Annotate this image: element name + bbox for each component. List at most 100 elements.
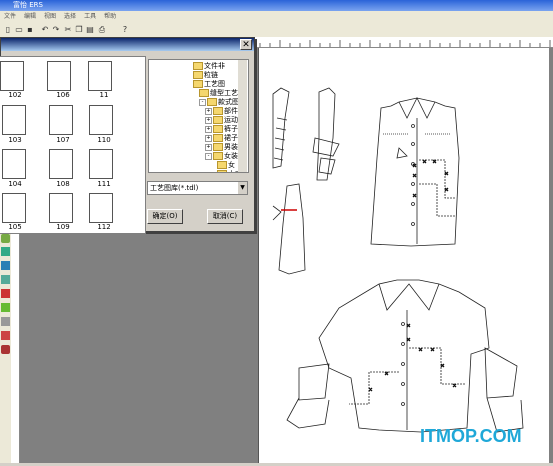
thumbnail-label: 11: [99, 91, 109, 99]
title-bar: 富怡 ERS: [0, 0, 553, 11]
print-icon[interactable]: ⎙: [97, 25, 107, 35]
thumbnail-108[interactable]: [49, 149, 73, 179]
thumbnail-104[interactable]: [2, 149, 26, 179]
paste-icon[interactable]: ▤: [85, 25, 95, 35]
file-type-value: 工艺图库(*.tdl): [150, 184, 199, 192]
thumbnail-110[interactable]: [89, 105, 113, 135]
thumbnail-label: 102: [8, 91, 22, 99]
help-icon[interactable]: ?: [120, 25, 130, 35]
thumbnail-107[interactable]: [49, 105, 73, 135]
folder-icon: [213, 143, 223, 151]
redo-icon[interactable]: ↷: [51, 25, 61, 35]
app-title: 富怡 ERS: [13, 1, 43, 9]
watermark: ITMOP.COM: [420, 426, 522, 446]
thumbnail-label: 108: [56, 180, 70, 188]
left-ruler: [11, 220, 20, 463]
expand-icon[interactable]: +: [205, 143, 212, 151]
chevron-down-icon[interactable]: ▼: [238, 182, 247, 194]
cut-icon[interactable]: ✂: [63, 25, 73, 35]
expand-icon[interactable]: +: [205, 134, 212, 142]
thumbnail-111[interactable]: [89, 149, 113, 179]
tree-node[interactable]: + 裤子: [205, 125, 238, 134]
fill-tool-icon[interactable]: [1, 303, 10, 312]
tree-node[interactable]: - 款式图: [199, 98, 239, 107]
open-icon[interactable]: ▭: [14, 25, 24, 35]
menu-tools[interactable]: 工具: [84, 11, 96, 23]
pen-tool-icon[interactable]: [1, 247, 10, 256]
tree-node[interactable]: + 裙子: [205, 134, 238, 143]
folder-icon: [217, 161, 227, 169]
new-icon[interactable]: ▯: [3, 25, 13, 35]
folder-tree: 文件非 粒链 工艺图 缝型工艺 - 款式图 + 部件 + 运动装 + 裤子 + 裙子 + 男…: [148, 59, 249, 173]
cancel-button[interactable]: 取消(C): [207, 209, 243, 224]
folder-icon: [207, 98, 217, 106]
expand-icon[interactable]: +: [205, 116, 212, 124]
style-library-dialog: ✕ 102 106 11 103 107 110 104 108 111 105…: [0, 37, 255, 234]
tree-scrollbar[interactable]: [238, 60, 247, 172]
menu-edit[interactable]: 编辑: [24, 11, 36, 23]
thumbnail-105[interactable]: [2, 193, 26, 223]
thumbnail-106[interactable]: [47, 61, 71, 91]
menu-help[interactable]: 帮助: [104, 11, 116, 23]
save-icon[interactable]: ▪: [25, 25, 35, 35]
thumbnail-103[interactable]: [2, 105, 26, 135]
text-tool-icon[interactable]: [1, 345, 10, 354]
folder-icon: [213, 107, 223, 115]
undo-icon[interactable]: ↶: [40, 25, 50, 35]
tree-node[interactable]: + 男装: [205, 143, 238, 152]
tree-node[interactable]: 工艺图: [193, 80, 225, 89]
thumbnail-102[interactable]: [0, 61, 24, 91]
thumbnail-109[interactable]: [49, 193, 73, 223]
copy-icon[interactable]: ❐: [74, 25, 84, 35]
shape-tool-icon[interactable]: [1, 289, 10, 298]
thumbnail-label: 109: [56, 223, 70, 231]
folder-icon: [193, 71, 203, 79]
thumbnail-label: 105: [8, 223, 22, 231]
tree-node[interactable]: 文件非: [193, 62, 225, 71]
line-tool-icon[interactable]: [1, 261, 10, 270]
tree-node[interactable]: 女: [217, 161, 235, 170]
thumbnail-label: 106: [56, 91, 70, 99]
garment-sketches: [272, 87, 524, 433]
top-ruler: [255, 37, 553, 48]
thumbnail-label: 103: [8, 136, 22, 144]
collapse-icon[interactable]: -: [205, 152, 212, 160]
thumbnail-11[interactable]: [88, 61, 112, 91]
thumbnail-grid: 102 106 11 103 107 110 104 108 111 105 1…: [0, 56, 146, 234]
folder-icon: [193, 62, 203, 70]
expand-icon[interactable]: +: [205, 125, 212, 133]
stitch-tool-icon[interactable]: [1, 331, 10, 340]
drawing-canvas[interactable]: [258, 48, 549, 463]
tree-node[interactable]: - 女装: [205, 152, 238, 161]
folder-icon: [217, 170, 227, 172]
tool-palette: [0, 220, 11, 463]
folder-icon: [213, 134, 223, 142]
tree-node[interactable]: 缝型工艺: [199, 89, 238, 98]
menu-file[interactable]: 文件: [4, 11, 16, 23]
folder-icon: [213, 125, 223, 133]
thumbnail-label: 111: [97, 180, 111, 188]
thumbnail-label: 107: [56, 136, 70, 144]
collapse-icon[interactable]: -: [199, 98, 206, 106]
menu-select[interactable]: 选择: [64, 11, 76, 23]
dialog-title-bar: [1, 38, 254, 51]
tree-node[interactable]: + 部件: [205, 107, 238, 116]
folder-icon: [213, 116, 223, 124]
thumbnail-label: 104: [8, 180, 22, 188]
close-icon[interactable]: ✕: [240, 39, 252, 50]
folder-icon: [213, 152, 223, 160]
expand-icon[interactable]: +: [205, 107, 212, 115]
folder-icon: [199, 89, 209, 97]
thumbnail-112[interactable]: [89, 193, 113, 223]
ok-button[interactable]: 确定(O): [147, 209, 183, 224]
tree-node[interactable]: 粒链: [193, 71, 218, 80]
file-type-select[interactable]: 工艺图库(*.tdl) ▼: [147, 181, 248, 195]
thumbnail-label: 112: [97, 223, 111, 231]
measure-tool-icon[interactable]: [1, 317, 10, 326]
thumbnail-label: 110: [97, 136, 111, 144]
folder-icon: [193, 80, 203, 88]
select-tool-icon[interactable]: [1, 234, 10, 243]
toolbar: ▯ ▭ ▪ ↶ ↷ ✂ ❐ ▤ ⎙ ?: [0, 23, 553, 38]
menu-view[interactable]: 视图: [44, 11, 56, 23]
curve-tool-icon[interactable]: [1, 275, 10, 284]
